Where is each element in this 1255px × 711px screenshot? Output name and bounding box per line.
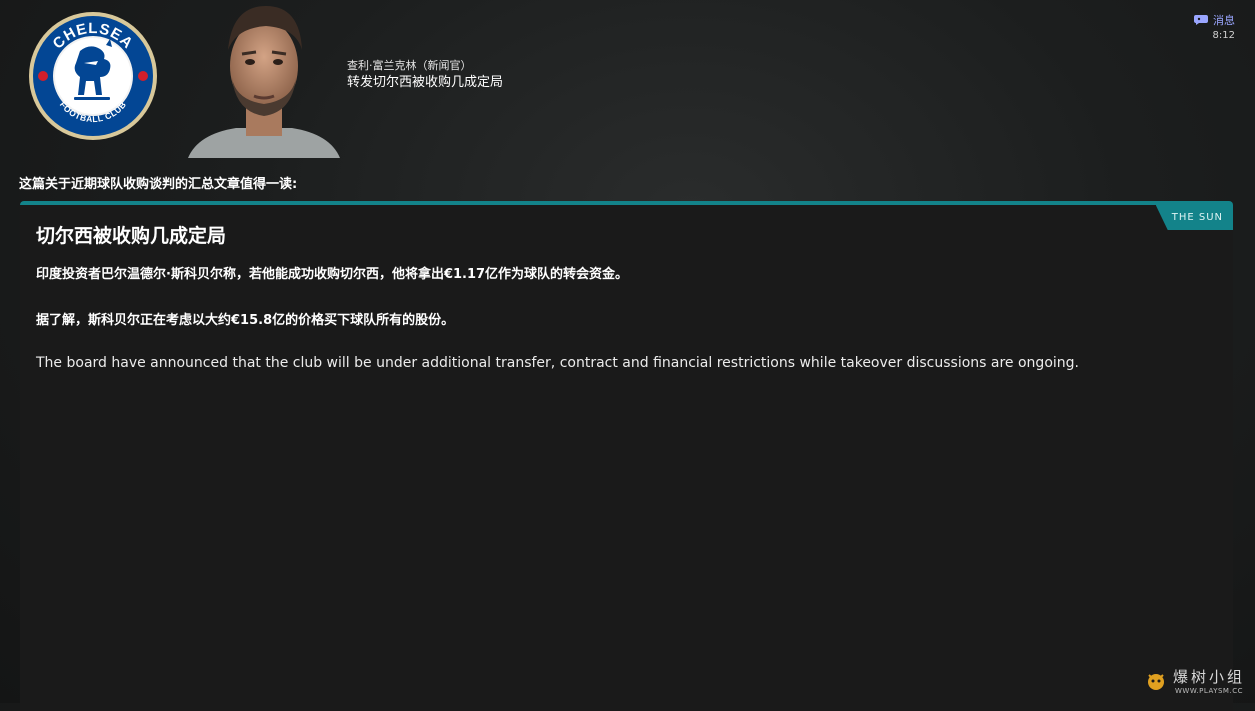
club-crest-logo: CHELSEA FOOTBALL CLUB <box>29 12 157 140</box>
top-right-status: 消息 8:12 <box>1194 10 1235 41</box>
article-paragraph: 据了解，斯科贝尔正在考虑以大约€15.8亿的价格买下球队所有的股份。 <box>36 313 455 328</box>
intro-text: 这篇关于近期球队收购谈判的汇总文章值得一读: <box>19 177 298 192</box>
clock-time: 8:12 <box>1212 30 1235 41</box>
article-paragraph: 印度投资者巴尔温德尔·斯科贝尔称，若他能成功收购切尔西，他将拿出€1.17亿作为… <box>36 267 629 282</box>
message-subject: 转发切尔西被收购几成定局 <box>347 75 504 90</box>
article-headline: 切尔西被收购几成定局 <box>36 225 227 247</box>
source-tag: THE SUN <box>1155 205 1233 230</box>
watermark-url: WWW.PLAYSM.CC <box>1175 687 1243 695</box>
watermark-logo-icon <box>1147 673 1164 690</box>
article-paragraph: The board have announced that the club w… <box>36 355 1079 371</box>
watermark: 爆树小组 WWW.PLAYSM.CC <box>1145 666 1245 695</box>
watermark-text: 爆树小组 <box>1172 668 1245 686</box>
messages-button[interactable]: 消息 <box>1194 12 1235 28</box>
sender-avatar <box>188 6 340 158</box>
sender-info: 查利·富兰克林（新闻官） 转发切尔西被收购几成定局 <box>347 59 503 92</box>
sender-name: 查利·富兰克林（新闻官） <box>347 59 472 72</box>
article-panel: THE SUN 切尔西被收购几成定局 印度投资者巴尔温德尔·斯科贝尔称，若他能成… <box>20 201 1233 711</box>
speech-bubble-icon <box>1194 15 1208 25</box>
messages-label: 消息 <box>1213 14 1235 27</box>
